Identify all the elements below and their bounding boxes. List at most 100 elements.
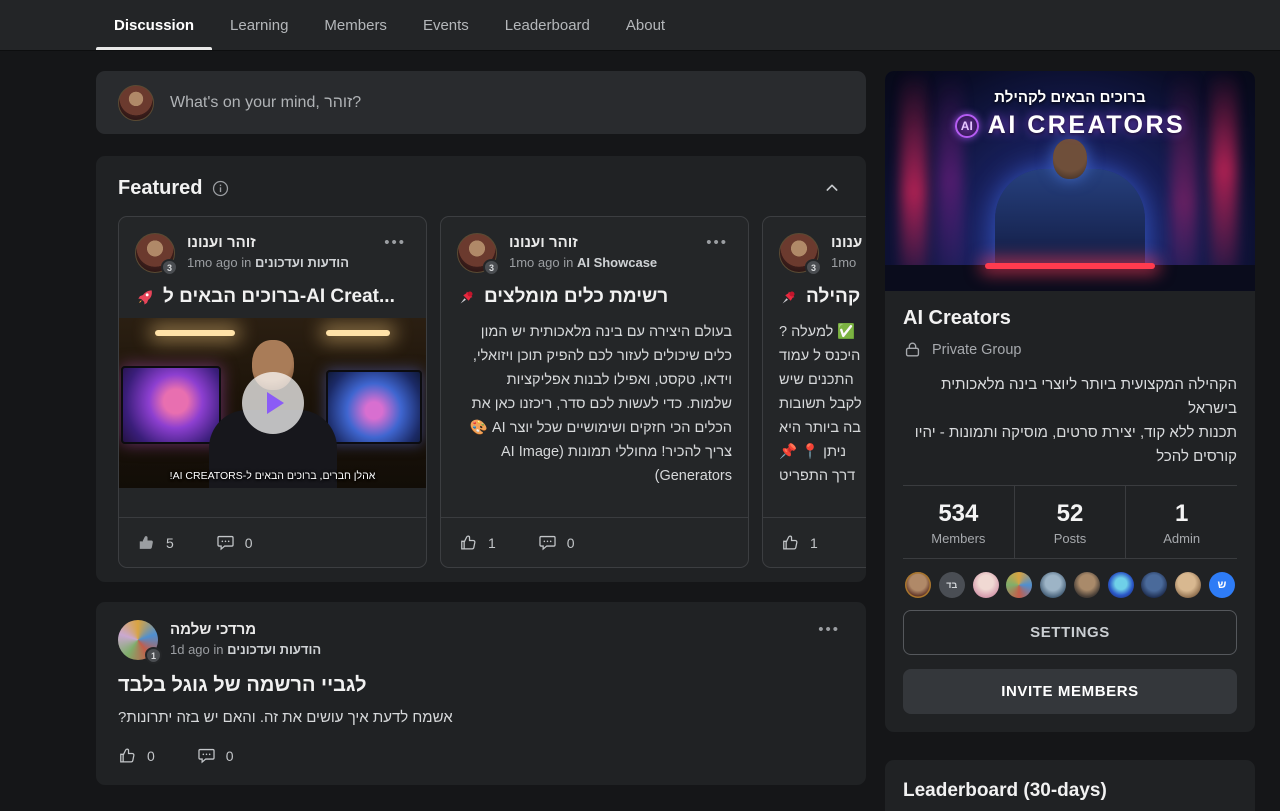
member-avatar[interactable] <box>905 572 931 598</box>
comment-count: 0 <box>226 748 234 764</box>
banner-brand-text: AI CREATORS <box>988 111 1185 140</box>
member-avatar[interactable] <box>1108 572 1134 598</box>
top-navigation: Discussion Learning Members Events Leade… <box>0 0 1280 51</box>
group-stats: 534 Members 52 Posts 1 Admin <box>903 486 1237 558</box>
avatar[interactable]: 3 <box>135 233 175 273</box>
play-icon <box>267 392 284 414</box>
avatar[interactable]: 1 <box>118 620 158 660</box>
like-count: 1 <box>488 535 496 551</box>
group-sidebar: ברוכים הבאים לקהילת AI AI CREATORS AI Cr… <box>885 71 1255 811</box>
like-count: 0 <box>147 748 155 764</box>
author-name[interactable]: זוהר וענונו <box>509 233 657 253</box>
post-title[interactable]: לגביי הרשמה של גוגל בלבד <box>118 674 844 697</box>
video-thumbnail[interactable]: אהלן חברים, ברוכים הבאים ל-AI CREATORS! <box>119 318 426 488</box>
tab-leaderboard[interactable]: Leaderboard <box>487 0 608 50</box>
avatar[interactable]: 3 <box>457 233 497 273</box>
stat-admins[interactable]: 1 Admin <box>1125 486 1237 558</box>
like-button[interactable]: 5 <box>137 533 174 552</box>
featured-card-welcome[interactable]: 3 זוהר וענונו 1mo ago in הודעות ועדכונים… <box>118 216 427 568</box>
group-banner-image: ברוכים הבאים לקהילת AI AI CREATORS <box>885 71 1255 291</box>
comment-count: 0 <box>245 535 253 551</box>
member-avatar[interactable] <box>1074 572 1100 598</box>
author-name[interactable]: זוהר וענונו <box>187 233 349 253</box>
featured-post-title[interactable]: רשימת כלים מומלצים <box>441 286 748 308</box>
video-caption: אהלן חברים, ברוכים הבאים ל-AI CREATORS! <box>119 470 426 482</box>
category-link[interactable]: הודעות ועדכונים <box>255 255 349 270</box>
tab-events[interactable]: Events <box>405 0 487 50</box>
category-link[interactable]: AI Showcase <box>577 255 657 270</box>
group-info-card: ברוכים הבאים לקהילת AI AI CREATORS AI Cr… <box>885 71 1255 732</box>
comment-button[interactable]: 0 <box>197 746 234 765</box>
member-avatars-row: בד ש <box>903 559 1237 602</box>
tab-discussion[interactable]: Discussion <box>96 0 212 50</box>
more-options-icon[interactable]: ••• <box>814 620 844 639</box>
featured-card-tools[interactable]: 3 זוהר וענונו 1mo ago in AI Showcase •••… <box>440 216 749 568</box>
post-meta: 1mo ago in הודעות ועדכונים <box>187 253 349 273</box>
level-badge: 1 <box>145 647 162 664</box>
comment-count: 0 <box>567 535 575 551</box>
banner-welcome-text: ברוכים הבאים לקהילת <box>885 89 1255 106</box>
lock-icon <box>903 340 922 359</box>
thumbs-up-icon <box>137 533 156 552</box>
avatar[interactable]: 3 <box>779 233 819 273</box>
info-icon <box>212 180 229 197</box>
featured-cards-row: 3 זוהר וענונו 1mo ago in הודעות ועדכונים… <box>118 216 866 568</box>
member-avatar[interactable]: בד <box>939 572 965 598</box>
author-name[interactable]: מרדכי שלמה <box>170 620 321 640</box>
thumb-light <box>326 330 390 336</box>
level-badge: 3 <box>805 259 822 276</box>
monitor-graphic <box>121 366 221 444</box>
member-avatar[interactable] <box>1040 572 1066 598</box>
group-name: AI Creators <box>903 307 1237 330</box>
author-name[interactable]: ענונו <box>831 233 862 253</box>
thumbs-up-icon <box>118 746 137 765</box>
member-avatar[interactable]: ש <box>1209 572 1235 598</box>
leaderboard-title: Leaderboard (30-days) <box>903 780 1237 802</box>
privacy-label: Private Group <box>932 342 1021 358</box>
feed-post[interactable]: 1 מרדכי שלמה 1d ago in הודעות ועדכונים •… <box>96 602 866 785</box>
stat-posts[interactable]: 52 Posts <box>1014 486 1126 558</box>
like-button[interactable]: 1 <box>781 533 818 552</box>
thumb-light <box>155 330 235 336</box>
level-badge: 3 <box>161 259 178 276</box>
featured-post-title[interactable]: ברוכים הבאים ל-AI Creat... <box>119 286 426 308</box>
comment-button[interactable]: 0 <box>216 533 253 552</box>
more-options-icon[interactable]: ••• <box>380 233 410 252</box>
tab-about[interactable]: About <box>608 0 683 50</box>
like-count: 1 <box>810 535 818 551</box>
like-button[interactable]: 0 <box>118 746 155 765</box>
banner-figure <box>1053 139 1087 179</box>
collapse-featured-button[interactable] <box>820 176 844 200</box>
featured-title: Featured <box>118 177 202 200</box>
brain-logo-icon: AI <box>955 114 979 138</box>
post-composer[interactable]: What's on your mind, זוהר? <box>96 71 866 134</box>
post-meta: 1d ago in הודעות ועדכונים <box>170 640 321 660</box>
featured-post-body: ? למעלה ✅ היכנס ל עמוד התכנים שיש לקבל ת… <box>763 320 866 488</box>
featured-card-community[interactable]: 3 ענונו 1mo קהילה ? למעלה ✅ היכנס ל עמוד… <box>762 216 866 568</box>
featured-post-body: בעולם היצירה עם בינה מלאכותית יש המון כל… <box>441 320 748 488</box>
member-avatar[interactable] <box>1175 572 1201 598</box>
post-meta: 1mo <box>831 253 862 273</box>
member-avatar[interactable] <box>973 572 999 598</box>
pushpin-emoji-icon <box>457 288 476 307</box>
featured-post-title[interactable]: קהילה <box>763 286 866 308</box>
member-avatar[interactable] <box>1141 572 1167 598</box>
tab-learning[interactable]: Learning <box>212 0 306 50</box>
pushpin-emoji-icon <box>779 288 798 307</box>
like-button[interactable]: 1 <box>459 533 496 552</box>
comment-icon <box>197 746 216 765</box>
like-count: 5 <box>166 535 174 551</box>
invite-members-button[interactable]: INVITE MEMBERS <box>903 669 1237 714</box>
settings-button[interactable]: SETTINGS <box>903 610 1237 655</box>
more-options-icon[interactable]: ••• <box>702 233 732 252</box>
group-description: הקהילה המקצועית ביותר ליוצרי בינה מלאכות… <box>903 373 1237 469</box>
tab-members[interactable]: Members <box>306 0 405 50</box>
play-button[interactable] <box>242 372 304 434</box>
featured-section: Featured 3 זוהר וענונו <box>96 156 866 582</box>
monitor-graphic <box>326 370 422 444</box>
comment-button[interactable]: 0 <box>538 533 575 552</box>
post-meta: 1mo ago in AI Showcase <box>509 253 657 273</box>
category-link[interactable]: הודעות ועדכונים <box>227 642 321 657</box>
stat-members[interactable]: 534 Members <box>903 486 1014 558</box>
member-avatar[interactable] <box>1006 572 1032 598</box>
